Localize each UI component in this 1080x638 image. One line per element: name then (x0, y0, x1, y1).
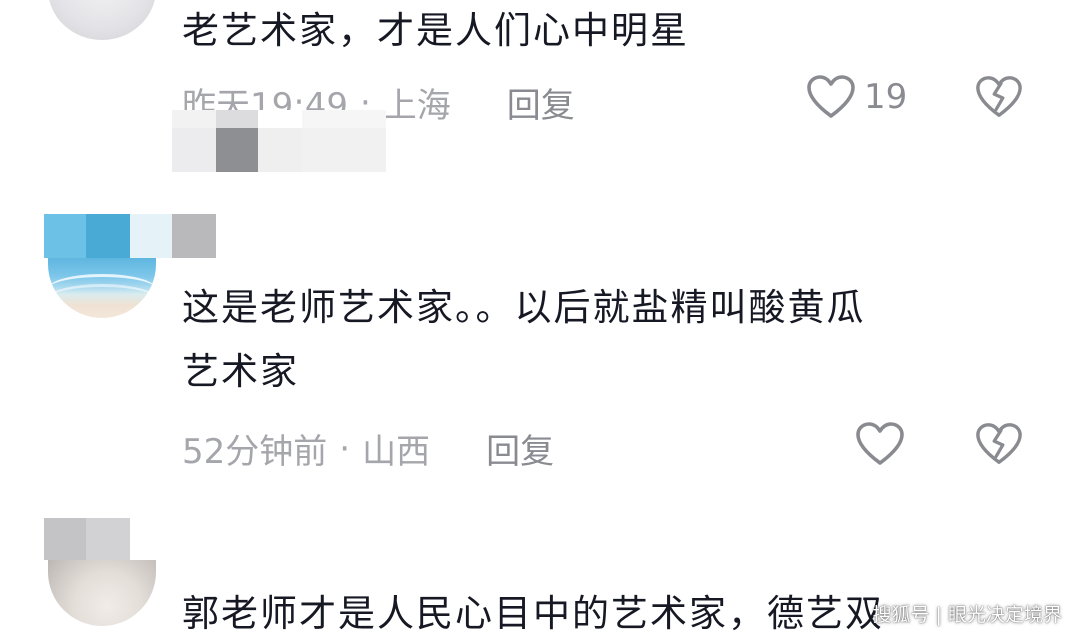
reply-button[interactable]: 回复 (507, 78, 575, 127)
comment-time: 52分钟前 (182, 432, 328, 472)
broken-heart-icon (975, 421, 1023, 467)
like-button[interactable] (855, 421, 913, 467)
blurred-username[interactable] (44, 214, 216, 258)
dislike-button[interactable] (975, 421, 1023, 467)
dislike-button[interactable] (975, 74, 1023, 120)
heart-outline-icon (806, 74, 856, 120)
like-count: 19 (864, 77, 908, 117)
comment-text: 这是老师艺术家。。以后就盐精叫酸黄瓜 艺术家 (182, 286, 866, 393)
comment-text: 郭老师才是人民心目中的艺术家，德艺双 (182, 592, 884, 635)
reply-button[interactable]: 回复 (486, 424, 554, 473)
blurred-image (172, 128, 386, 172)
avatar[interactable] (48, 0, 156, 40)
avatar[interactable] (48, 258, 156, 318)
comment-location: 山西 (362, 432, 431, 472)
avatar[interactable] (48, 560, 156, 626)
like-button[interactable]: 19 (806, 74, 907, 120)
blurred-image (172, 110, 386, 128)
comment-meta: 52分钟前 · 山西 回复 (182, 424, 554, 473)
heart-outline-icon (855, 421, 905, 467)
blurred-username[interactable] (44, 518, 130, 560)
broken-heart-icon (975, 74, 1023, 120)
comment-location: 上海 (382, 86, 451, 126)
separator-dot: · (339, 428, 351, 469)
watermark: 搜狐号 | 眼光决定境界 (872, 604, 1062, 626)
comment-text: 老艺术家，才是人们心中明星 (182, 9, 689, 52)
